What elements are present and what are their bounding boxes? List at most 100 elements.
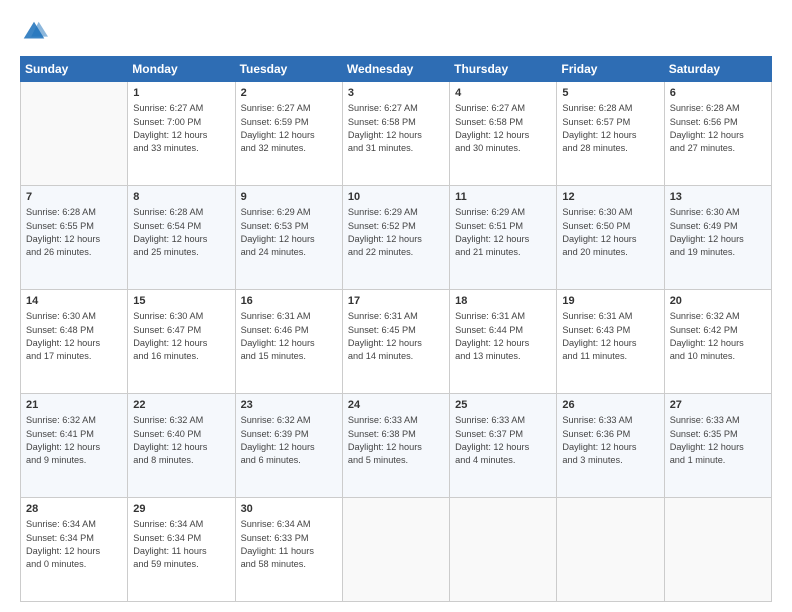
calendar-header-row: SundayMondayTuesdayWednesdayThursdayFrid… <box>21 57 772 82</box>
calendar-cell: 20Sunrise: 6:32 AM Sunset: 6:42 PM Dayli… <box>664 290 771 394</box>
day-info: Sunrise: 6:33 AM Sunset: 6:35 PM Dayligh… <box>670 414 766 467</box>
calendar-cell: 21Sunrise: 6:32 AM Sunset: 6:41 PM Dayli… <box>21 394 128 498</box>
day-info: Sunrise: 6:34 AM Sunset: 6:34 PM Dayligh… <box>133 518 229 571</box>
col-header-thursday: Thursday <box>450 57 557 82</box>
day-number: 10 <box>348 190 444 205</box>
day-info: Sunrise: 6:32 AM Sunset: 6:41 PM Dayligh… <box>26 414 122 467</box>
calendar-cell: 2Sunrise: 6:27 AM Sunset: 6:59 PM Daylig… <box>235 82 342 186</box>
calendar-cell <box>450 498 557 602</box>
day-info: Sunrise: 6:33 AM Sunset: 6:38 PM Dayligh… <box>348 414 444 467</box>
day-number: 18 <box>455 294 551 309</box>
day-info: Sunrise: 6:27 AM Sunset: 6:59 PM Dayligh… <box>241 102 337 155</box>
day-info: Sunrise: 6:27 AM Sunset: 7:00 PM Dayligh… <box>133 102 229 155</box>
day-info: Sunrise: 6:34 AM Sunset: 6:33 PM Dayligh… <box>241 518 337 571</box>
day-number: 6 <box>670 86 766 101</box>
day-info: Sunrise: 6:31 AM Sunset: 6:43 PM Dayligh… <box>562 310 658 363</box>
calendar-week-row: 28Sunrise: 6:34 AM Sunset: 6:34 PM Dayli… <box>21 498 772 602</box>
day-info: Sunrise: 6:29 AM Sunset: 6:52 PM Dayligh… <box>348 206 444 259</box>
calendar-table: SundayMondayTuesdayWednesdayThursdayFrid… <box>20 56 772 602</box>
calendar-cell: 12Sunrise: 6:30 AM Sunset: 6:50 PM Dayli… <box>557 186 664 290</box>
day-number: 2 <box>241 86 337 101</box>
day-info: Sunrise: 6:32 AM Sunset: 6:40 PM Dayligh… <box>133 414 229 467</box>
calendar-cell: 24Sunrise: 6:33 AM Sunset: 6:38 PM Dayli… <box>342 394 449 498</box>
calendar-cell: 26Sunrise: 6:33 AM Sunset: 6:36 PM Dayli… <box>557 394 664 498</box>
day-number: 29 <box>133 502 229 517</box>
col-header-friday: Friday <box>557 57 664 82</box>
col-header-wednesday: Wednesday <box>342 57 449 82</box>
day-info: Sunrise: 6:31 AM Sunset: 6:44 PM Dayligh… <box>455 310 551 363</box>
day-number: 23 <box>241 398 337 413</box>
calendar-week-row: 7Sunrise: 6:28 AM Sunset: 6:55 PM Daylig… <box>21 186 772 290</box>
day-number: 12 <box>562 190 658 205</box>
col-header-sunday: Sunday <box>21 57 128 82</box>
day-number: 9 <box>241 190 337 205</box>
calendar-cell <box>342 498 449 602</box>
day-number: 7 <box>26 190 122 205</box>
calendar-cell: 13Sunrise: 6:30 AM Sunset: 6:49 PM Dayli… <box>664 186 771 290</box>
calendar-cell: 1Sunrise: 6:27 AM Sunset: 7:00 PM Daylig… <box>128 82 235 186</box>
day-number: 25 <box>455 398 551 413</box>
calendar-cell: 22Sunrise: 6:32 AM Sunset: 6:40 PM Dayli… <box>128 394 235 498</box>
calendar-cell: 29Sunrise: 6:34 AM Sunset: 6:34 PM Dayli… <box>128 498 235 602</box>
calendar-cell: 5Sunrise: 6:28 AM Sunset: 6:57 PM Daylig… <box>557 82 664 186</box>
calendar-cell: 18Sunrise: 6:31 AM Sunset: 6:44 PM Dayli… <box>450 290 557 394</box>
day-info: Sunrise: 6:33 AM Sunset: 6:36 PM Dayligh… <box>562 414 658 467</box>
day-number: 27 <box>670 398 766 413</box>
calendar-cell <box>557 498 664 602</box>
page: SundayMondayTuesdayWednesdayThursdayFrid… <box>0 0 792 612</box>
calendar-cell <box>21 82 128 186</box>
day-number: 5 <box>562 86 658 101</box>
day-info: Sunrise: 6:28 AM Sunset: 6:55 PM Dayligh… <box>26 206 122 259</box>
day-number: 22 <box>133 398 229 413</box>
day-number: 24 <box>348 398 444 413</box>
calendar-week-row: 21Sunrise: 6:32 AM Sunset: 6:41 PM Dayli… <box>21 394 772 498</box>
day-info: Sunrise: 6:32 AM Sunset: 6:39 PM Dayligh… <box>241 414 337 467</box>
day-number: 21 <box>26 398 122 413</box>
day-number: 3 <box>348 86 444 101</box>
calendar-cell: 30Sunrise: 6:34 AM Sunset: 6:33 PM Dayli… <box>235 498 342 602</box>
day-number: 15 <box>133 294 229 309</box>
day-number: 26 <box>562 398 658 413</box>
calendar-cell: 28Sunrise: 6:34 AM Sunset: 6:34 PM Dayli… <box>21 498 128 602</box>
day-info: Sunrise: 6:27 AM Sunset: 6:58 PM Dayligh… <box>455 102 551 155</box>
day-info: Sunrise: 6:28 AM Sunset: 6:57 PM Dayligh… <box>562 102 658 155</box>
day-number: 17 <box>348 294 444 309</box>
calendar-cell: 14Sunrise: 6:30 AM Sunset: 6:48 PM Dayli… <box>21 290 128 394</box>
day-info: Sunrise: 6:30 AM Sunset: 6:49 PM Dayligh… <box>670 206 766 259</box>
calendar-cell: 27Sunrise: 6:33 AM Sunset: 6:35 PM Dayli… <box>664 394 771 498</box>
day-number: 4 <box>455 86 551 101</box>
day-info: Sunrise: 6:31 AM Sunset: 6:45 PM Dayligh… <box>348 310 444 363</box>
calendar-cell: 10Sunrise: 6:29 AM Sunset: 6:52 PM Dayli… <box>342 186 449 290</box>
col-header-tuesday: Tuesday <box>235 57 342 82</box>
day-number: 20 <box>670 294 766 309</box>
day-info: Sunrise: 6:30 AM Sunset: 6:48 PM Dayligh… <box>26 310 122 363</box>
calendar-cell: 6Sunrise: 6:28 AM Sunset: 6:56 PM Daylig… <box>664 82 771 186</box>
calendar-cell: 9Sunrise: 6:29 AM Sunset: 6:53 PM Daylig… <box>235 186 342 290</box>
day-number: 14 <box>26 294 122 309</box>
calendar-cell: 25Sunrise: 6:33 AM Sunset: 6:37 PM Dayli… <box>450 394 557 498</box>
day-info: Sunrise: 6:30 AM Sunset: 6:47 PM Dayligh… <box>133 310 229 363</box>
day-info: Sunrise: 6:27 AM Sunset: 6:58 PM Dayligh… <box>348 102 444 155</box>
calendar-cell: 16Sunrise: 6:31 AM Sunset: 6:46 PM Dayli… <box>235 290 342 394</box>
calendar-cell: 4Sunrise: 6:27 AM Sunset: 6:58 PM Daylig… <box>450 82 557 186</box>
day-info: Sunrise: 6:29 AM Sunset: 6:51 PM Dayligh… <box>455 206 551 259</box>
day-number: 16 <box>241 294 337 309</box>
day-number: 1 <box>133 86 229 101</box>
col-header-monday: Monday <box>128 57 235 82</box>
calendar-cell: 15Sunrise: 6:30 AM Sunset: 6:47 PM Dayli… <box>128 290 235 394</box>
calendar-cell: 11Sunrise: 6:29 AM Sunset: 6:51 PM Dayli… <box>450 186 557 290</box>
day-info: Sunrise: 6:31 AM Sunset: 6:46 PM Dayligh… <box>241 310 337 363</box>
day-info: Sunrise: 6:34 AM Sunset: 6:34 PM Dayligh… <box>26 518 122 571</box>
calendar-cell <box>664 498 771 602</box>
day-number: 19 <box>562 294 658 309</box>
calendar-cell: 17Sunrise: 6:31 AM Sunset: 6:45 PM Dayli… <box>342 290 449 394</box>
day-info: Sunrise: 6:32 AM Sunset: 6:42 PM Dayligh… <box>670 310 766 363</box>
col-header-saturday: Saturday <box>664 57 771 82</box>
calendar-cell: 3Sunrise: 6:27 AM Sunset: 6:58 PM Daylig… <box>342 82 449 186</box>
logo-icon <box>20 18 48 46</box>
day-info: Sunrise: 6:29 AM Sunset: 6:53 PM Dayligh… <box>241 206 337 259</box>
day-number: 30 <box>241 502 337 517</box>
day-info: Sunrise: 6:33 AM Sunset: 6:37 PM Dayligh… <box>455 414 551 467</box>
calendar-week-row: 1Sunrise: 6:27 AM Sunset: 7:00 PM Daylig… <box>21 82 772 186</box>
day-info: Sunrise: 6:28 AM Sunset: 6:54 PM Dayligh… <box>133 206 229 259</box>
